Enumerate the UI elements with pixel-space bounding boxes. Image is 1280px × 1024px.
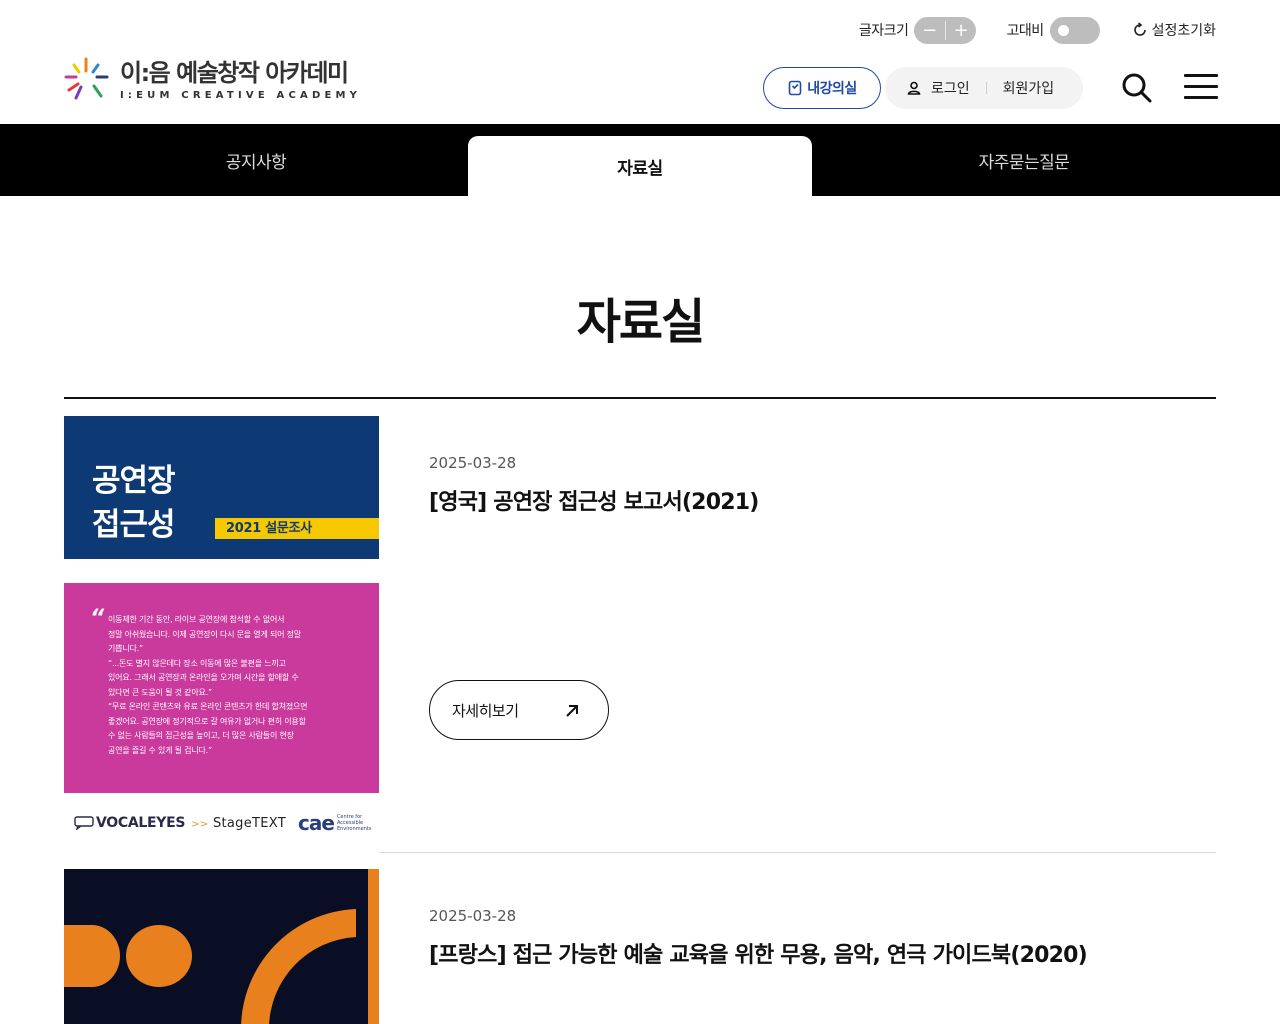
hamburger-menu-icon-line [1184, 96, 1218, 99]
my-class-button[interactable]: 내강의실 [763, 67, 881, 109]
user-icon [907, 81, 921, 95]
list-item: 2025-03-28 [프랑스] 접근 가능한 예술 교육을 위한 무용, 음악… [64, 869, 1216, 1024]
cae-logo: cae [298, 811, 335, 835]
list-item: 공연장 접근성 2021 설문조사 “ 이동제한 기간 동안, 라이브 공연장에… [64, 416, 1216, 853]
stagetext-logo: >> StageTEXT [191, 816, 286, 831]
cover-survey-band: 2021 설문조사 [215, 518, 379, 539]
cover-title-line2: 접근성 [92, 507, 176, 543]
arrow-up-right-icon [566, 705, 578, 717]
join-link[interactable]: 회원가입 [1003, 78, 1055, 98]
quote-line: “...돈도 별지 않은데다 장소 이동에 많은 불편을 느끼고 [108, 658, 286, 668]
item-title-link[interactable]: [영국] 공연장 접근성 보고서(2021) [429, 484, 759, 516]
vocaleyes-logo: VOCALEYES [74, 815, 185, 831]
contrast-group: 고대비 [1006, 16, 1100, 44]
quote-line: 수 없는 사람들의 접근성을 높이고, 더 많은 사람들이 현장 [108, 731, 294, 740]
reset-label: 설정초기화 [1151, 23, 1216, 39]
item-date: 2025-03-28 [429, 454, 517, 472]
item-date: 2025-03-28 [429, 907, 517, 925]
quote-line: 있다면 큰 도움이 될 것 같아요.” [108, 687, 212, 697]
view-detail-label: 자세히보기 [452, 701, 519, 720]
utility-bar: 글자크기 − + 고대비 설정초기화 [859, 16, 1216, 44]
page-title: 자료실 [576, 294, 705, 350]
stagetext-arrows: >> [191, 818, 209, 830]
reset-settings-button[interactable]: 설정초기화 [1132, 20, 1216, 40]
speech-bubble-icon [74, 816, 94, 830]
book-icon [788, 80, 802, 96]
cover-title-block: 공연장 접근성 2021 설문조사 [64, 416, 379, 559]
cover-quote-text: 이동제한 기간 동안, 라이브 공연장에 참석할 수 없어서 정말 아쉬웠습니다… [108, 613, 358, 758]
quote-line: 이동제한 기간 동안, 라이브 공연장에 참석할 수 없어서 [108, 615, 285, 624]
stagetext-text: StageTEXT [212, 815, 287, 831]
font-size-control: − + [914, 16, 977, 44]
cover-partner-logos: VOCALEYES >> StageTEXT cae Centre for Ac… [64, 793, 379, 853]
contrast-label: 고대비 [1006, 23, 1044, 39]
cover-title-line1: 공연장 [92, 463, 176, 499]
cae-logo-subtitle: Centre for Accessible Environments [336, 814, 372, 832]
tab-faq[interactable]: 자주묻는질문 [832, 124, 1216, 196]
login-link[interactable]: 로그인 [907, 78, 970, 98]
quote-line: “무료 온라인 콘텐츠와 유료 온라인 콘텐츠가 한데 합쳐졌으면 [108, 702, 308, 711]
logo-burst-icon [64, 57, 109, 100]
logo-text: 이:음 예술창작 아카데미 I:EUM CREATIVE ACADEMY [120, 58, 361, 101]
cover-quote-block: “ 이동제한 기간 동안, 라이브 공연장에 참석할 수 없어서 정말 아쉬웠습… [64, 583, 379, 793]
logo-text-english: I:EUM CREATIVE ACADEMY [120, 89, 362, 101]
my-class-label: 내강의실 [807, 81, 857, 97]
quote-line: 기쁩니다.” [108, 644, 143, 653]
auth-divider [985, 82, 987, 94]
high-contrast-toggle[interactable] [1049, 16, 1100, 44]
site-logo[interactable]: 이:음 예술창작 아카데미 I:EUM CREATIVE ACADEMY [64, 56, 361, 102]
tab-notice[interactable]: 공지사항 [64, 124, 448, 196]
logo-text-korean: 이:음 예술창작 아카데미 [120, 58, 349, 87]
quote-line: 공연을 즐길 수 있게 될 겁니다.” [108, 745, 212, 755]
refresh-icon [1133, 22, 1146, 36]
quote-line: 좋겠어요. 공연장에 정기적으로 갈 여유가 없거나 편히 이용할 [108, 716, 306, 726]
search-icon [1122, 73, 1152, 103]
font-decrease-button[interactable]: − [914, 17, 945, 44]
search-button[interactable] [1121, 72, 1153, 104]
hamburger-menu-icon-line [1184, 85, 1218, 88]
board-tab-bar: 공지사항 자료실 자주묻는질문 [0, 124, 1280, 196]
font-increase-button[interactable]: + [946, 17, 977, 44]
quote-line: 정말 아쉬웠습니다. 이제 공연장이 다시 문을 열게 되어 정말 [108, 629, 301, 639]
cover-graphic [64, 869, 379, 1024]
menu-button[interactable] [1184, 74, 1218, 102]
item-title-link[interactable]: [프랑스] 접근 가능한 예술 교육을 위한 무용, 음악, 연극 가이드북(2… [429, 937, 1088, 969]
quote-mark: “ [90, 606, 105, 631]
cover-gap [64, 559, 379, 583]
cover-abstract-shapes [64, 869, 379, 1024]
login-label: 로그인 [931, 81, 970, 97]
title-divider [64, 397, 1216, 399]
font-size-label: 글자크기 [858, 23, 909, 39]
view-detail-button[interactable]: 자세히보기 [429, 680, 609, 740]
toggle-knob [1057, 24, 1069, 36]
tab-archive[interactable]: 자료실 [468, 136, 812, 196]
quote-line: 있어요. 그래서 공연장과 온라인을 오가며 시간을 할애할 수 [108, 673, 299, 682]
vocaleyes-text: VOCALEYES [96, 815, 186, 831]
hamburger-menu-icon [1184, 74, 1218, 77]
auth-links: 로그인 회원가입 [885, 67, 1083, 109]
